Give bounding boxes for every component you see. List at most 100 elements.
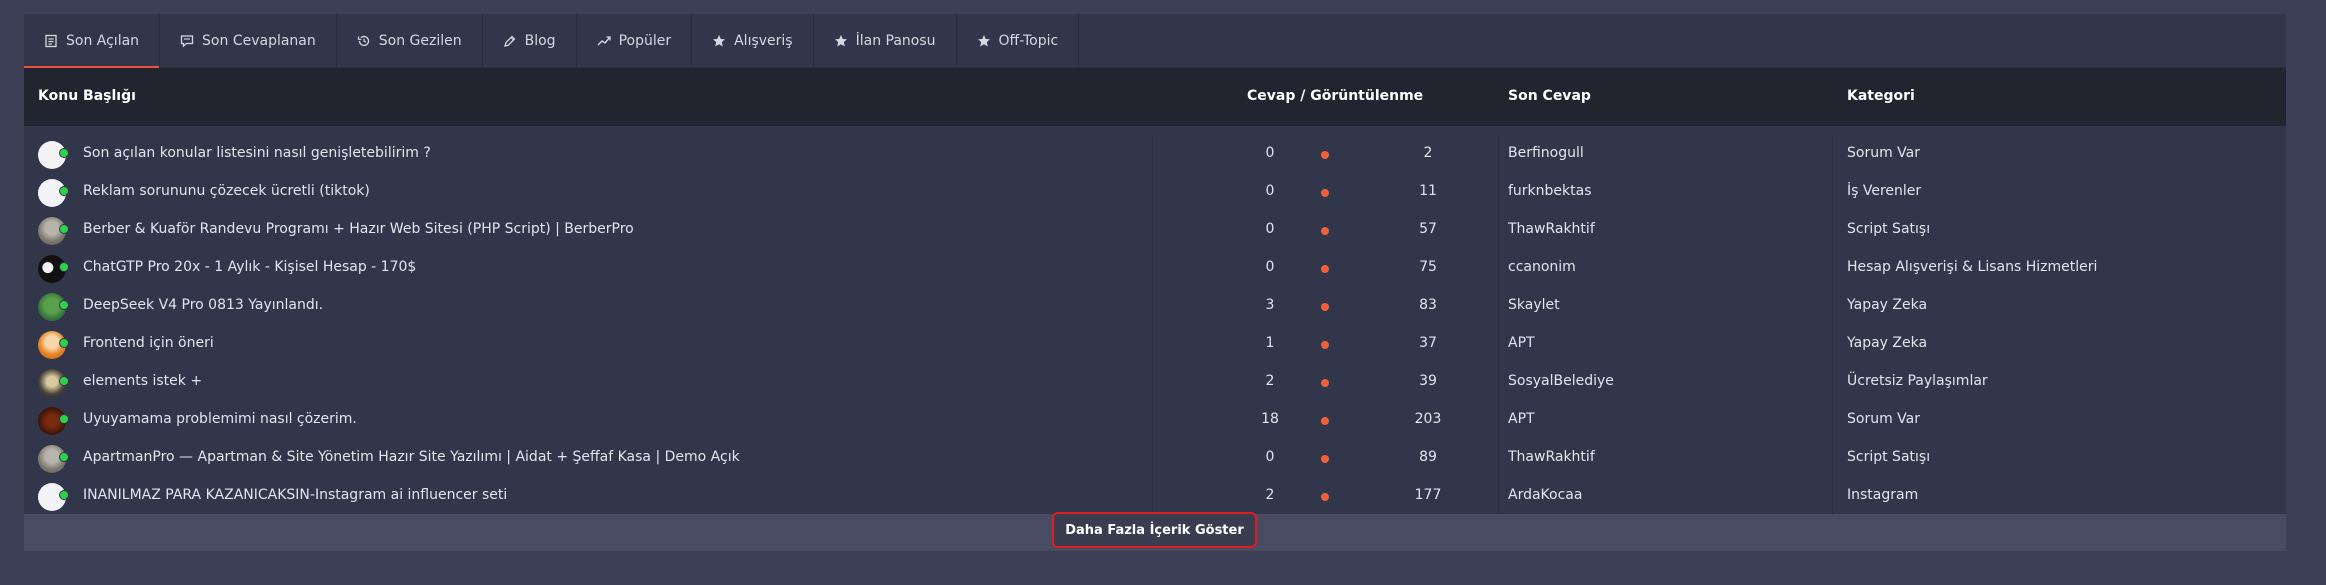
column-divider: [1152, 477, 1153, 515]
column-divider: [1498, 211, 1499, 249]
category-link[interactable]: Ücretsiz Paylaşımlar: [1847, 373, 1988, 389]
star-icon: [712, 34, 726, 48]
online-status-dot: [59, 338, 69, 348]
category-link[interactable]: Script Satışı: [1847, 221, 1930, 237]
avatar[interactable]: [38, 445, 69, 473]
reply-count: 2: [1265, 487, 1275, 503]
view-count: 83: [1419, 297, 1437, 313]
table-row: DeepSeek V4 Pro 0813 Yayınlandı. 3 83 Skayl…: [24, 287, 2286, 325]
topic-title-link[interactable]: Son açılan konular listesini nasıl geniş…: [83, 145, 431, 161]
reply-count: 3: [1265, 297, 1275, 313]
topic-title-link[interactable]: elements istek +: [83, 373, 202, 389]
separator-dot: [1321, 189, 1329, 197]
table-row: ApartmanPro — Apartman & Site Yönetim Ha…: [24, 439, 2286, 477]
column-divider: [1832, 401, 1833, 439]
online-status-dot: [59, 262, 69, 272]
category-link[interactable]: İş Verenler: [1847, 183, 1921, 199]
last-reply-user-link[interactable]: Berfinogull: [1508, 145, 1584, 161]
last-reply-user-link[interactable]: Skaylet: [1508, 297, 1560, 313]
category-link[interactable]: Sorum Var: [1847, 145, 1920, 161]
star-icon: [834, 34, 848, 48]
topic-title-link[interactable]: DeepSeek V4 Pro 0813 Yayınlandı.: [83, 297, 323, 313]
tab-label: Blog: [524, 32, 556, 49]
star-icon: [977, 34, 991, 48]
avatar[interactable]: [38, 255, 69, 283]
tab-8[interactable]: Off-Topic: [957, 14, 1080, 67]
header-category: Kategori: [1847, 88, 1915, 104]
view-count: 203: [1414, 411, 1442, 427]
column-divider: [1152, 135, 1153, 173]
document-icon: [44, 34, 58, 48]
reply-count: 0: [1265, 145, 1275, 161]
topic-title-link[interactable]: Uyuyamama problemimi nasıl çözerim.: [83, 411, 357, 427]
column-divider: [1498, 249, 1499, 287]
separator-dot: [1321, 379, 1329, 387]
table-row: elements istek + 2 39 SosyalBelediye Ücretsi…: [24, 363, 2286, 401]
topic-title-link[interactable]: ChatGTP Pro 20x - 1 Aylık - Kişisel Hesa…: [83, 259, 416, 275]
reply-count: 2: [1265, 373, 1275, 389]
last-reply-user-link[interactable]: SosyalBelediye: [1508, 373, 1614, 389]
last-reply-user-link[interactable]: ThawRakhtif: [1508, 449, 1595, 465]
avatar[interactable]: [38, 179, 69, 207]
reply-count: 1: [1265, 335, 1275, 351]
view-count: 39: [1419, 373, 1437, 389]
column-divider: [1498, 401, 1499, 439]
column-divider: [1832, 325, 1833, 363]
table-row: Uyuyamama problemimi nasıl çözerim. 18 203…: [24, 401, 2286, 439]
column-divider: [1498, 439, 1499, 477]
tab-7[interactable]: İlan Panosu: [814, 14, 957, 67]
tab-3[interactable]: Son Gezilen: [337, 14, 483, 67]
avatar[interactable]: [38, 331, 69, 359]
online-status-dot: [59, 148, 69, 158]
category-link[interactable]: Instagram: [1847, 487, 1918, 503]
view-count: 57: [1419, 221, 1437, 237]
view-count: 89: [1419, 449, 1437, 465]
category-link[interactable]: Hesap Alışverişi & Lisans Hizmetleri: [1847, 259, 2097, 275]
show-more-button[interactable]: Daha Fazla İçerik Göster: [1052, 512, 1257, 548]
topic-title-link[interactable]: Berber & Kuaför Randevu Programı + Hazır…: [83, 221, 634, 237]
tab-1[interactable]: Son Açılan: [24, 14, 161, 68]
separator-dot: [1321, 303, 1329, 311]
category-link[interactable]: Script Satışı: [1847, 449, 1930, 465]
view-count: 37: [1419, 335, 1437, 351]
topic-title-link[interactable]: INANILMAZ PARA KAZANICAKSIN-Instagram ai…: [83, 487, 507, 503]
view-count: 177: [1414, 487, 1442, 503]
column-divider: [1152, 401, 1153, 439]
avatar[interactable]: [38, 217, 69, 245]
separator-dot: [1321, 341, 1329, 349]
tab-label: Alışveriş: [734, 32, 793, 49]
tab-4[interactable]: Blog: [483, 14, 577, 67]
category-link[interactable]: Yapay Zeka: [1847, 297, 1927, 313]
pen-icon: [503, 34, 517, 48]
last-reply-user-link[interactable]: ccanonim: [1508, 259, 1576, 275]
table-row: Reklam sorununu çözecek ücretli (tiktok)…: [24, 173, 2286, 211]
column-divider: [1832, 439, 1833, 477]
last-reply-user-link[interactable]: APT: [1508, 411, 1535, 427]
avatar[interactable]: [38, 483, 69, 511]
online-status-dot: [59, 224, 69, 234]
last-reply-user-link[interactable]: ArdaKocaa: [1508, 487, 1582, 503]
tab-label: Son Cevaplanan: [202, 32, 316, 49]
column-divider: [1152, 211, 1153, 249]
tab-5[interactable]: Popüler: [577, 14, 693, 67]
table-row: Son açılan konular listesini nasıl geniş…: [24, 135, 2286, 173]
avatar[interactable]: [38, 141, 69, 169]
avatar[interactable]: [38, 369, 69, 397]
topic-list: Son açılan konular listesini nasıl geniş…: [24, 126, 2286, 515]
last-reply-user-link[interactable]: furknbektas: [1508, 183, 1592, 199]
column-divider: [1152, 363, 1153, 401]
last-reply-user-link[interactable]: APT: [1508, 335, 1535, 351]
history-icon: [357, 34, 371, 48]
column-divider: [1152, 287, 1153, 325]
last-reply-user-link[interactable]: ThawRakhtif: [1508, 221, 1595, 237]
category-link[interactable]: Yapay Zeka: [1847, 335, 1927, 351]
tab-2[interactable]: Son Cevaplanan: [160, 14, 337, 67]
avatar[interactable]: [38, 407, 69, 435]
category-link[interactable]: Sorum Var: [1847, 411, 1920, 427]
topic-title-link[interactable]: Frontend için öneri: [83, 335, 214, 351]
topic-title-link[interactable]: Reklam sorununu çözecek ücretli (tiktok): [83, 183, 370, 199]
comment-icon: [180, 34, 194, 48]
avatar[interactable]: [38, 293, 69, 321]
topic-title-link[interactable]: ApartmanPro — Apartman & Site Yönetim Ha…: [83, 449, 740, 465]
tab-6[interactable]: Alışveriş: [692, 14, 814, 67]
